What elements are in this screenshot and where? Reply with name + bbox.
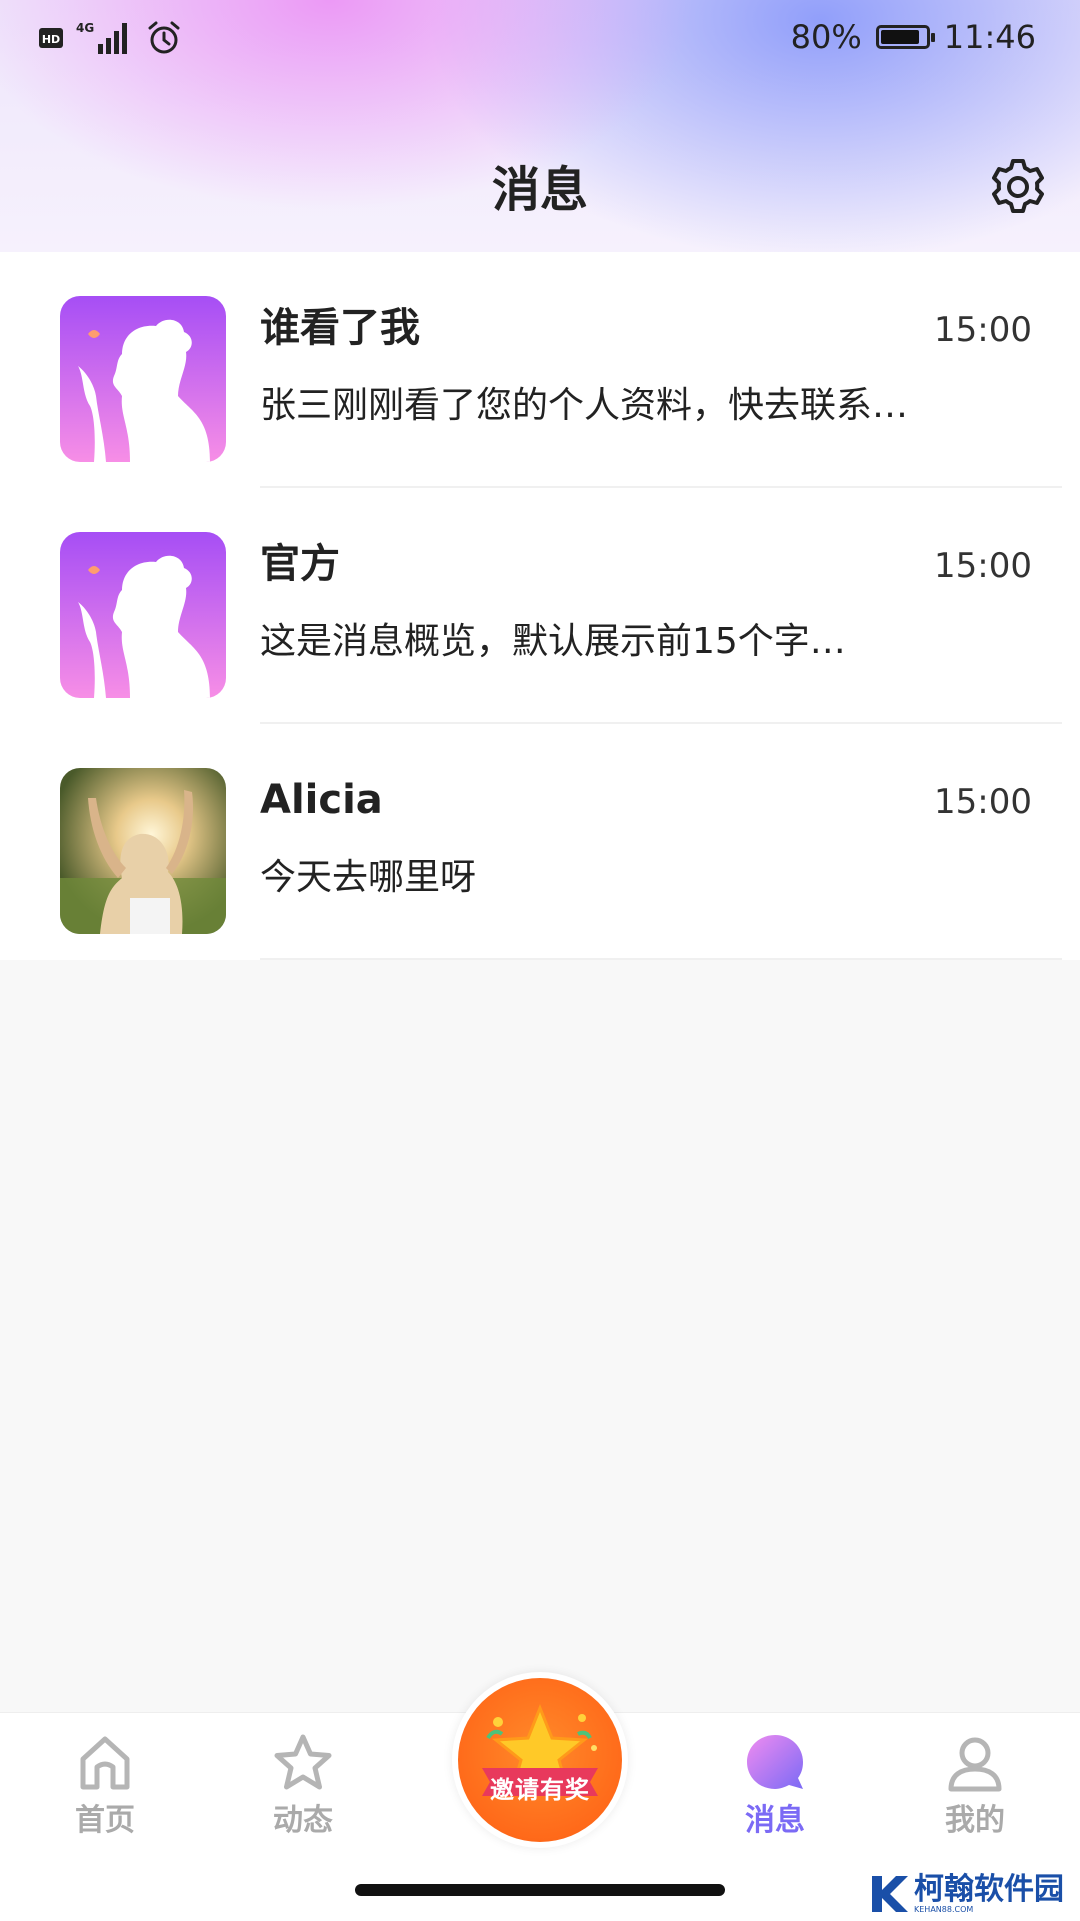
svg-text:4G: 4G <box>76 21 94 35</box>
gear-icon[interactable] <box>986 155 1050 219</box>
status-left: HD 4G <box>38 20 182 56</box>
home-icon <box>80 1736 130 1790</box>
invite-badge: 邀请有奖 <box>458 1678 622 1842</box>
message-time: 15:00 <box>934 546 1032 586</box>
chat-bubble-icon <box>747 1735 803 1789</box>
person-icon <box>948 1737 1002 1792</box>
message-preview: 今天去哪里呀 <box>260 857 477 898</box>
battery-fill <box>880 30 919 44</box>
star-icon <box>274 1734 332 1790</box>
tab-moments[interactable]: 动态 <box>233 1731 373 1871</box>
status-bar: HD 4G 80% 11:46 <box>0 0 1080 80</box>
app-logo-avatar <box>60 532 226 698</box>
gift-star-icon <box>482 1703 598 1796</box>
hd-icon: HD <box>39 28 63 48</box>
k-logo-icon <box>872 1876 908 1912</box>
tab-label: 首页 <box>75 1803 135 1838</box>
tab-messages[interactable]: 消息 <box>705 1731 845 1871</box>
message-row[interactable]: Alicia 15:00 今天去哪里呀 <box>0 724 1080 960</box>
svg-text:HD: HD <box>42 33 60 46</box>
header: HD 4G 80% 11:46 消息 <box>0 0 1080 252</box>
message-time: 15:00 <box>934 310 1032 350</box>
alarm-icon <box>148 21 180 54</box>
home-indicator[interactable] <box>355 1884 725 1896</box>
message-list: 谁看了我 15:00 张三刚刚看了您的个人资料，快去联系… 官方 15:00 这… <box>0 252 1080 960</box>
message-preview: 张三刚刚看了您的个人资料，快去联系… <box>260 385 909 426</box>
divider <box>260 958 1062 960</box>
tab-mine[interactable]: 我的 <box>905 1731 1045 1871</box>
battery-percent: 80% <box>790 18 862 56</box>
watermark-sub: KEHAN88.COM <box>914 1905 974 1914</box>
tab-label: 我的 <box>945 1803 1005 1838</box>
message-row[interactable]: 谁看了我 15:00 张三刚刚看了您的个人资料，快去联系… <box>0 252 1080 488</box>
tab-label: 动态 <box>273 1803 333 1838</box>
invite-reward-button[interactable]: 邀请有奖 <box>452 1672 628 1848</box>
battery-icon <box>875 25 935 49</box>
message-row[interactable]: 官方 15:00 这是消息概览，默认展示前15个字… <box>0 488 1080 724</box>
sender-name: 谁看了我 <box>260 305 420 351</box>
tab-label: 消息 <box>745 1803 805 1838</box>
app-logo-avatar <box>60 296 226 462</box>
message-preview: 这是消息概览，默认展示前15个字… <box>260 621 846 662</box>
tab-home[interactable]: 首页 <box>35 1731 175 1871</box>
watermark-logo: 柯翰软件园 KEHAN88.COM <box>868 1872 1064 1916</box>
clock: 11:46 <box>943 18 1036 56</box>
sender-name: Alicia <box>260 777 383 823</box>
sender-name: 官方 <box>260 541 340 587</box>
watermark-text: 柯翰软件园 <box>914 1872 1064 1907</box>
page-title: 消息 <box>491 162 588 218</box>
signal-4g-icon: 4G <box>76 21 127 54</box>
status-right: 80% 11:46 <box>791 18 1036 56</box>
message-time: 15:00 <box>934 782 1032 822</box>
photo-avatar <box>60 768 226 934</box>
invite-label: 邀请有奖 <box>490 1776 590 1804</box>
